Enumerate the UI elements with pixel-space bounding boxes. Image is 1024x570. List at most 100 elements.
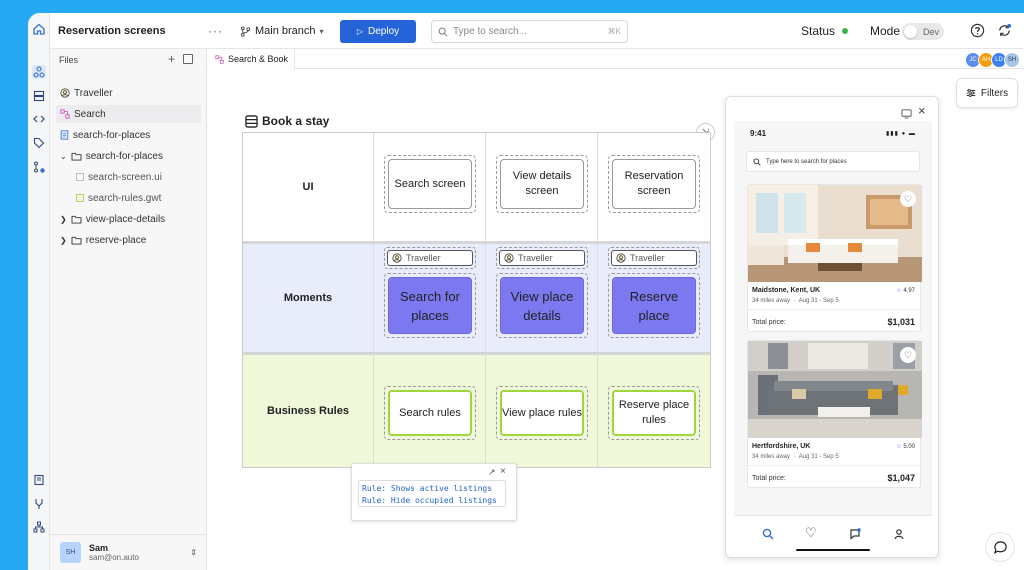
sidebar-folder-reserve-place[interactable]: ❯ reserve-place: [60, 231, 146, 249]
search-placeholder: Type to search...: [453, 26, 527, 37]
deploy-button[interactable]: ▷ Deploy: [340, 20, 416, 43]
ui-card-view-details-screen[interactable]: View details screen: [500, 159, 584, 209]
user-menu[interactable]: SH Sam sam@on.auto ⇕: [50, 534, 207, 570]
divider: [748, 309, 922, 310]
home-icon[interactable]: [32, 22, 46, 36]
add-file-icon[interactable]: +: [168, 52, 175, 66]
ui-card-search-screen[interactable]: Search screen: [388, 159, 472, 209]
search-input[interactable]: Type to search... ⌘K: [431, 20, 628, 43]
user-circle-icon: [60, 88, 70, 98]
tab-label: Search & Book: [228, 54, 289, 64]
document-icon: [60, 130, 69, 140]
filters-button[interactable]: Filters: [956, 78, 1018, 108]
user-email: sam@on.auto: [89, 553, 139, 562]
icon-rail: [28, 13, 50, 570]
branch-icon: [240, 25, 251, 37]
branch-icon[interactable]: [32, 497, 46, 511]
ui-card-reservation-screen[interactable]: Reservation screen: [612, 159, 696, 209]
favorite-button[interactable]: ♡: [900, 347, 916, 363]
sidebar-item-traveller[interactable]: Traveller: [60, 84, 113, 102]
heart-icon[interactable]: ♡: [805, 525, 817, 541]
chat-icon[interactable]: [849, 527, 861, 545]
components-icon[interactable]: [32, 65, 46, 79]
moment-card-reserve-place[interactable]: Reserve place: [612, 277, 696, 334]
home-indicator: [796, 549, 870, 551]
more-menu-button[interactable]: ···: [208, 13, 223, 49]
actor-chip[interactable]: Traveller: [611, 250, 697, 266]
tag-icon[interactable]: [32, 136, 46, 150]
sidebar-item-label: search-for-places: [85, 150, 163, 162]
git-merge-icon[interactable]: [32, 160, 46, 174]
rule-line[interactable]: Rule: Shows active listings: [362, 483, 502, 495]
chat-bubble-icon: [993, 540, 1007, 554]
actor-label: Traveller: [406, 253, 441, 263]
rule-card-reserve-place-rules[interactable]: Reserve place rules: [612, 390, 696, 436]
divider: [748, 465, 922, 466]
sync-icon[interactable]: [997, 23, 1012, 43]
row-label-cell: Moments: [243, 244, 374, 352]
app-window: Reservation screens ··· Main branch ▾ ▷ …: [28, 13, 1024, 570]
card-outline: Search rules: [384, 386, 476, 440]
search-icon[interactable]: [762, 527, 774, 545]
phone-search-placeholder: Type here to search for places: [766, 158, 847, 165]
actor-chip[interactable]: Traveller: [387, 250, 473, 266]
tab-search-and-book[interactable]: Search & Book: [209, 49, 296, 69]
phone-search-input[interactable]: Type here to search for places: [746, 151, 920, 172]
files-heading: Files: [59, 55, 79, 65]
sidebar-item-search[interactable]: Search: [56, 105, 201, 123]
user-name: Sam: [89, 543, 109, 553]
sidebar-item-search-rules-gwt[interactable]: search-rules.gwt: [76, 189, 161, 207]
flow-icon: [215, 54, 224, 64]
sidebar-item-search-screen-ui[interactable]: search-screen.ui: [76, 168, 162, 186]
star-icon: ☆: [896, 288, 902, 294]
collapse-panel-icon[interactable]: [183, 54, 193, 64]
filters-label: Filters: [980, 87, 1009, 99]
project-title: Reservation screens: [58, 25, 166, 37]
file-sidebar: Files + Traveller Search search-for-plac…: [50, 49, 207, 570]
favorite-button[interactable]: ♡: [900, 191, 916, 207]
listing-card[interactable]: ♡ Maidstone, Kent, UK ☆ 4.97 34 miles aw…: [747, 184, 922, 332]
sidebar-item-label: reserve-place: [85, 234, 147, 246]
rules-popup: ↗ × Rule: Shows active listings Rule: Hi…: [351, 463, 517, 521]
card-outline: Reserve place: [608, 273, 700, 338]
card-outline: Search screen: [384, 155, 476, 213]
rule-card-search-rules[interactable]: Search rules: [388, 390, 472, 436]
actor-chip[interactable]: Traveller: [499, 250, 585, 266]
collaborator-avatar[interactable]: SH: [1004, 52, 1020, 68]
sidebar-folder-search-for-places[interactable]: ⌄ search-for-places: [60, 147, 163, 165]
hierarchy-icon[interactable]: [32, 520, 46, 534]
database-icon[interactable]: [32, 89, 46, 103]
mode-toggle[interactable]: Dev: [902, 23, 944, 40]
sidebar-folder-view-place-details[interactable]: ❯ view-place-details: [60, 210, 165, 228]
card-outline: Reservation screen: [608, 155, 700, 213]
rule-card-view-place-rules[interactable]: View place rules: [500, 390, 584, 436]
signal-battery-icon: ▮▮▮ ● ▬: [886, 131, 916, 137]
price-label: Total price:: [752, 475, 786, 482]
row-ui: UI Search screen View details screen Res…: [243, 133, 710, 241]
moment-card-view-place-details[interactable]: View place details: [500, 277, 584, 334]
listing-card[interactable]: ♡ Hertfordshire, UK ☆ 5.00 34 miles away…: [747, 340, 922, 488]
chat-button[interactable]: [985, 532, 1015, 562]
board-title: Book a stay: [245, 114, 329, 128]
code-icon[interactable]: [32, 112, 46, 126]
close-icon[interactable]: ×: [500, 466, 506, 477]
branch-selector[interactable]: Main branch ▾: [240, 13, 324, 49]
help-icon[interactable]: [970, 23, 985, 43]
row-label: Business Rules: [267, 405, 349, 417]
canvas[interactable]: Book a stay ⇲ UI Search screen View deta…: [207, 69, 1024, 570]
external-link-icon[interactable]: ↗: [488, 467, 496, 478]
avatar: SH: [60, 542, 81, 563]
top-bar: Reservation screens ··· Main branch ▾ ▷ …: [50, 13, 1024, 49]
profile-icon[interactable]: [893, 527, 905, 545]
status-time: 9:41: [750, 129, 767, 138]
chevron-down-icon: ⌄: [60, 151, 67, 161]
listing-rating: ☆ 5.00: [896, 443, 915, 450]
listing-distance: 34 miles away: [752, 454, 791, 460]
book-icon[interactable]: [32, 473, 46, 487]
sidebar-item-label: search-for-places: [73, 129, 151, 141]
chevron-updown-icon: ⇕: [190, 548, 197, 557]
close-icon[interactable]: ×: [918, 103, 926, 118]
rule-line[interactable]: Rule: Hide occupied listings: [362, 495, 502, 507]
moment-card-search-for-places[interactable]: Search for places: [388, 277, 472, 334]
sidebar-item-search-for-places-doc[interactable]: search-for-places: [60, 126, 150, 144]
